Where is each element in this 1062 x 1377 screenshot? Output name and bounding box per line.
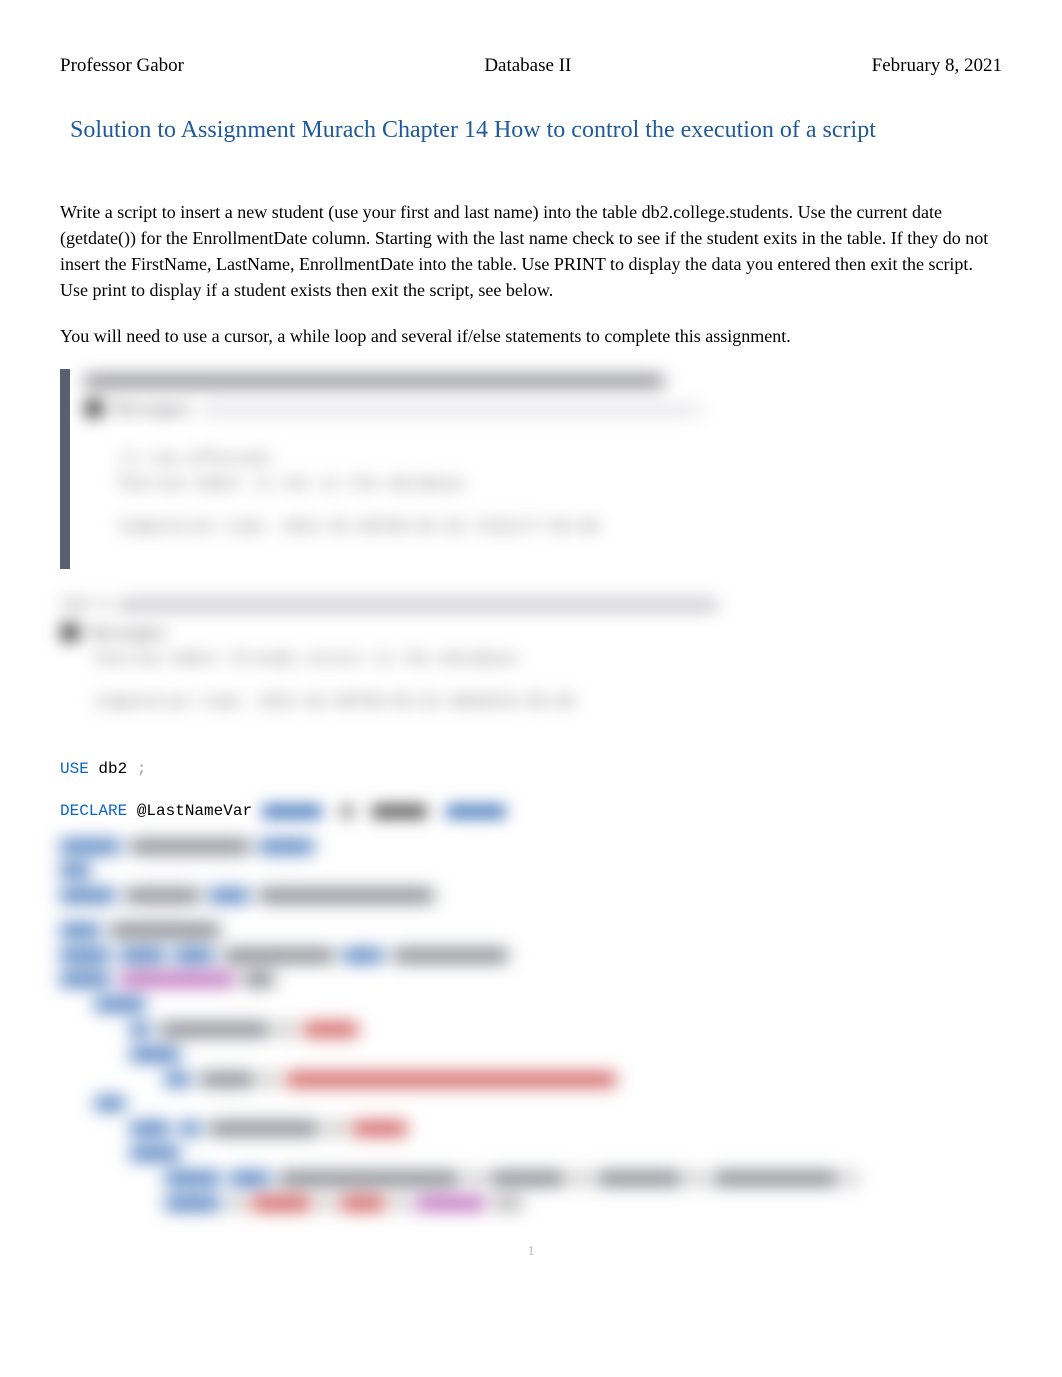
keyword-use: USE [60, 760, 89, 778]
blur-line: Completion time: 2021-02-08T00:05:01.898… [60, 690, 1002, 715]
document-title: Solution to Assignment Murach Chapter 14… [70, 117, 1002, 144]
code-line-declare: DECLARE @LastNameVar [60, 799, 1002, 824]
document-header: Professor Gabor Database II February 8, … [60, 55, 1002, 77]
db-name: db2 [89, 760, 137, 778]
code-body-blurred [60, 834, 1002, 1216]
blur-line: 100 % [60, 593, 1002, 618]
header-professor: Professor Gabor [60, 55, 184, 77]
header-course: Database II [484, 55, 571, 77]
output-block-1: ⬛ Messages (1 row affected) Peurian Gabo… [60, 369, 1002, 569]
code-area: ⬛ Messages (1 row affected) Peurian Gabo… [60, 369, 1002, 1216]
keyword-declare: DECLARE [60, 802, 127, 820]
blur-line: Completion time: 2021-02-08T00:04:32.722… [84, 515, 1002, 540]
blur-line: Peurian Gabor is not in the database [84, 472, 1002, 497]
instructions-paragraph-2: You will need to use a cursor, a while l… [60, 323, 1002, 349]
blur-line [84, 369, 1002, 394]
blur-line: (1 row affected) [84, 447, 1002, 472]
blur-line: ⬛ Messages [60, 622, 1002, 647]
semicolon: ; [137, 760, 147, 778]
output-block-2: 100 % ⬛ Messages Peurian Gabor Already e… [60, 593, 1002, 732]
var-lastname: @LastNameVar [127, 802, 261, 820]
page-number: 1 [60, 1244, 1002, 1260]
code-line-use: USE db2 ; [60, 757, 1002, 782]
blur-line: ⬛ Messages [84, 398, 1002, 423]
instructions-paragraph-1: Write a script to insert a new student (… [60, 199, 1002, 303]
blur-line: Peurian Gabor Already exists in the data… [60, 647, 1002, 672]
header-date: February 8, 2021 [872, 55, 1002, 77]
